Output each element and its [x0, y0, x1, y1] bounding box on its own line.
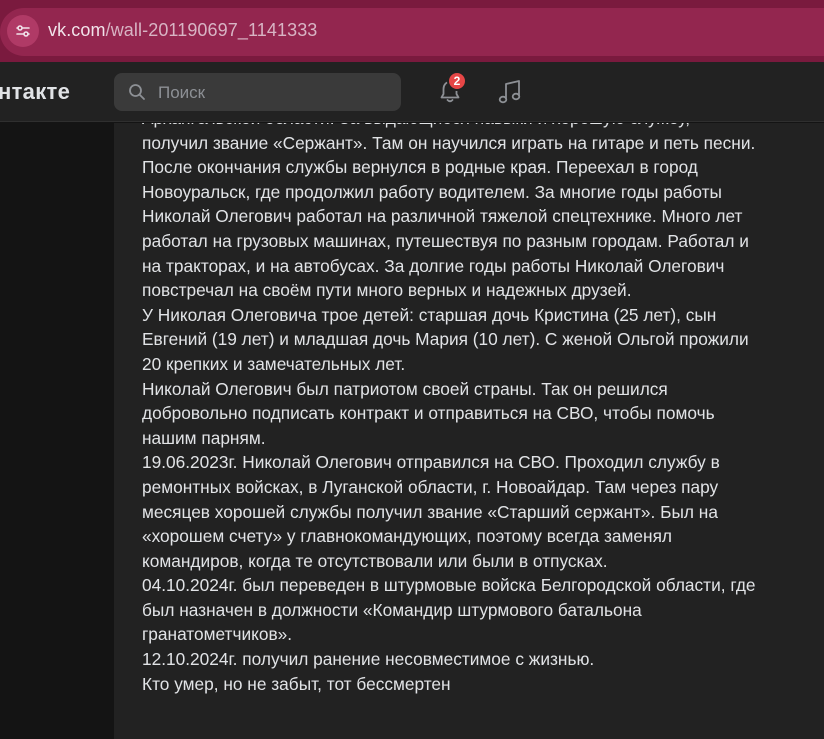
post-text-line: Новоуральск, где продолжил работу водите…	[142, 181, 722, 202]
site-header: нтакте Поиск 2	[0, 62, 824, 122]
music-icon[interactable]	[496, 77, 524, 107]
browser-toolbar: vk.com/wall-201190697_1141333	[0, 0, 824, 62]
notifications-badge: 2	[447, 71, 467, 91]
post-text-line: После окончания службы вернулся в родные…	[142, 157, 698, 178]
search-icon	[129, 84, 145, 100]
search-input[interactable]: Поиск	[114, 73, 401, 111]
post-text-line: месяцев хорошей службы получил звание «С…	[142, 501, 718, 522]
post-text-line: 04.10.2024г. был переведен в штурмовые в…	[142, 575, 756, 596]
post-text-line: добровольно подписать контракт и отправи…	[142, 403, 715, 424]
post-text-line: на тракторах, и на автобусах. За долгие …	[142, 255, 725, 276]
post-text-line: нашим парням.	[142, 427, 266, 448]
post-text-line: работал на грузовых машинах, путешествуя…	[142, 230, 749, 251]
post-text-line: Евгений (19 лет) и младшая дочь Мария (1…	[142, 329, 749, 350]
post-text: Архангельской области. За выдающиеся нав…	[142, 123, 792, 696]
url-text[interactable]: vk.com/wall-201190697_1141333	[48, 20, 317, 41]
post-text-line: Николай Олегович был патриотом своей стр…	[142, 378, 668, 399]
post-text-line: получил звание «Сержант». Там он научилс…	[142, 132, 756, 153]
post-text-line: был назначен в должности «Командир штурм…	[142, 599, 642, 620]
post-content-viewport: Архангельской области. За выдающиеся нав…	[0, 123, 824, 739]
site-info-icon[interactable]	[7, 15, 39, 47]
post-text-line: гранатометчиков».	[142, 624, 293, 645]
vk-logo[interactable]: нтакте	[0, 79, 70, 105]
url-path: /wall-201190697_1141333	[105, 20, 318, 40]
search-placeholder: Поиск	[158, 83, 206, 102]
post-text-line: «хорошем счету» у главнокомандующих, поэ…	[142, 526, 673, 547]
post-text-line: командиров, когда те отсутствовали или б…	[142, 550, 608, 571]
post-text-line: 20 крепких и замечательных лет.	[142, 353, 406, 374]
post-text-line: ремонтных войсках, в Луганской области, …	[142, 476, 719, 497]
post-text-line: 19.06.2023г. Николай Олегович отправился…	[142, 452, 720, 473]
post-text-line: У Николая Олеговича трое детей: старшая …	[142, 304, 717, 325]
post-text-line: Кто умер, но не забыт, тот бессмертен	[142, 673, 451, 694]
post-text-line: Архангельской области. За выдающиеся нав…	[142, 123, 792, 131]
url-host: vk.com	[48, 20, 106, 40]
post-text-line: Николай Олегович работал на различной тя…	[142, 206, 743, 227]
post-text-line: 12.10.2024г. получил ранение несовместим…	[142, 649, 595, 670]
post-text-line: повстречал на своём пути много верных и …	[142, 280, 632, 301]
